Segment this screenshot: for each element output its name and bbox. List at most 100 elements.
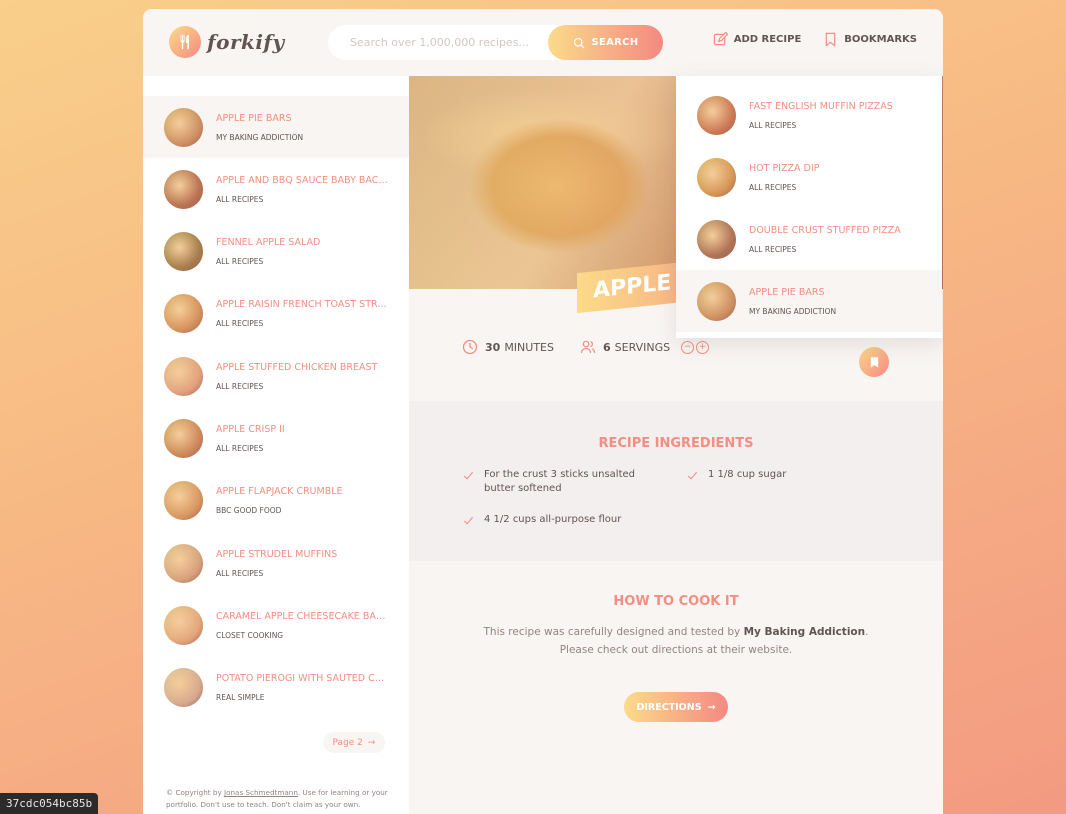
recipe-publisher: My Baking Addiction bbox=[743, 626, 866, 638]
bookmark-item[interactable]: HOT PIZZA DIP ALL RECIPES bbox=[676, 146, 942, 208]
nav: ADD RECIPE BOOKMARKS bbox=[691, 32, 917, 47]
result-title: APPLE PIE BARS bbox=[749, 286, 825, 298]
copyright: © Copyright by Jonas Schmedtmann. Use fo… bbox=[166, 787, 391, 811]
search-result-item[interactable]: APPLE CRISP II ALL RECIPES bbox=[143, 408, 409, 470]
search-result-item[interactable]: FENNEL APPLE SALAD ALL RECIPES bbox=[143, 221, 409, 283]
cooking-time: 30 MINUTES bbox=[462, 339, 554, 355]
minus-circle-icon[interactable]: − bbox=[681, 340, 695, 354]
recipe-thumbnail bbox=[697, 95, 736, 135]
arrow-right-icon: → bbox=[367, 737, 376, 748]
result-text: FAST ENGLISH MUFFIN PIZZAS ALL RECIPES bbox=[749, 101, 921, 130]
ingredients-section: RECIPE INGREDIENTS For the crust 3 stick… bbox=[409, 401, 943, 561]
servings: 6 SERVINGS − + bbox=[580, 339, 711, 355]
ingredient-item: For the crust 3 sticks unsalted butter s… bbox=[463, 468, 663, 496]
search-result-item[interactable]: APPLE FLAPJACK CRUMBLE BBC GOOD FOOD bbox=[143, 470, 409, 532]
result-text: CARAMEL APPLE CHEESECAKE BARS CLOSET COOK… bbox=[216, 611, 388, 640]
bookmark-fill-icon bbox=[870, 356, 878, 368]
users-icon bbox=[580, 340, 596, 354]
check-icon bbox=[687, 471, 698, 480]
ingredient-item: 4 1/2 cups all-purpose flour bbox=[463, 513, 663, 527]
search-result-item[interactable]: APPLE STRUDEL MUFFINS ALL RECIPES bbox=[143, 532, 409, 594]
directions-text-part: This recipe was carefully designed and t… bbox=[483, 626, 744, 638]
search-result-item[interactable]: CARAMEL APPLE CHEESECAKE BARS CLOSET COOK… bbox=[143, 594, 409, 656]
result-publisher: CLOSET COOKING bbox=[216, 630, 284, 640]
recipe-thumbnail bbox=[164, 543, 203, 583]
recipe-thumbnail bbox=[164, 107, 203, 147]
bookmarks-button[interactable]: BOOKMARKS bbox=[823, 32, 917, 47]
result-publisher: MY BAKING ADDICTION bbox=[216, 132, 304, 142]
app-container: forkify SEARCH ADD RECIPE BOOKMARKS APPL… bbox=[143, 9, 943, 814]
ingredient-text: 1 1/8 cup sugar bbox=[708, 469, 787, 480]
result-publisher: ALL RECIPES bbox=[216, 319, 264, 329]
result-title: APPLE FLAPJACK CRUMBLE bbox=[216, 486, 343, 498]
search-results: APPLE PIE BARS MY BAKING ADDICTION APPLE A… bbox=[143, 76, 409, 814]
search-button[interactable]: SEARCH bbox=[548, 25, 663, 60]
bookmark-recipe-button[interactable] bbox=[859, 347, 889, 377]
result-publisher: REAL SIMPLE bbox=[216, 693, 265, 703]
search-result-item[interactable]: POTATO PIEROGI WITH SAUTED CABBAGE REAL S… bbox=[143, 657, 409, 719]
result-title: APPLE STUFFED CHICKEN BREAST bbox=[216, 361, 378, 373]
servings-value: 6 bbox=[603, 340, 611, 354]
result-title: DOUBLE CRUST STUFFED PIZZA bbox=[749, 224, 901, 236]
servings-label: SERVINGS bbox=[614, 340, 671, 354]
search-form: SEARCH bbox=[328, 25, 663, 60]
result-publisher: ALL RECIPES bbox=[216, 257, 264, 267]
edit-icon bbox=[713, 32, 728, 46]
result-text: FENNEL APPLE SALAD ALL RECIPES bbox=[216, 237, 388, 266]
search-input[interactable] bbox=[348, 35, 542, 50]
header: forkify SEARCH ADD RECIPE BOOKMARKS bbox=[143, 9, 943, 76]
result-title: FAST ENGLISH MUFFIN PIZZAS bbox=[749, 100, 893, 112]
logo-text: forkify bbox=[207, 30, 285, 54]
clock-icon bbox=[462, 339, 478, 355]
result-text: APPLE STUFFED CHICKEN BREAST ALL RECIPES bbox=[216, 362, 388, 391]
result-publisher: ALL RECIPES bbox=[216, 194, 264, 204]
result-publisher: ALL RECIPES bbox=[216, 444, 264, 453]
copyright-prefix: © Copyright by bbox=[166, 788, 224, 798]
result-text: DOUBLE CRUST STUFFED PIZZA ALL RECIPES bbox=[749, 225, 921, 254]
add-recipe-button[interactable]: ADD RECIPE bbox=[713, 32, 802, 47]
result-publisher: MY BAKING ADDICTION bbox=[749, 306, 837, 316]
bookmark-item[interactable]: APPLE PIE BARS MY BAKING ADDICTION bbox=[676, 270, 942, 332]
recipe-thumbnail bbox=[697, 219, 736, 259]
plus-circle-icon[interactable]: + bbox=[696, 340, 710, 354]
search-result-item[interactable]: APPLE RAISIN FRENCH TOAST STRATA ALL RECI… bbox=[143, 283, 409, 345]
ingredient-item: 1 1/8 cup sugar bbox=[687, 468, 887, 482]
directions-section: HOW TO COOK IT This recipe was carefully… bbox=[409, 561, 943, 814]
ingredients-heading: RECIPE INGREDIENTS bbox=[598, 436, 754, 451]
result-text: HOT PIZZA DIP ALL RECIPES bbox=[749, 163, 921, 192]
search-button-label: SEARCH bbox=[591, 37, 639, 48]
result-text: APPLE STRUDEL MUFFINS ALL RECIPES bbox=[216, 549, 388, 578]
result-title: APPLE STRUDEL MUFFINS bbox=[216, 548, 338, 560]
logo[interactable]: forkify bbox=[169, 26, 285, 58]
directions-text: This recipe was carefully designed and t… bbox=[471, 623, 881, 659]
result-publisher: ALL RECIPES bbox=[749, 244, 797, 254]
result-text: APPLE PIE BARS MY BAKING ADDICTION bbox=[749, 287, 921, 316]
result-title: FENNEL APPLE SALAD bbox=[216, 237, 321, 249]
recipe-thumbnail bbox=[164, 605, 203, 645]
directions-button-label: DIRECTIONS bbox=[636, 701, 702, 713]
search-result-item[interactable]: APPLE PIE BARS MY BAKING ADDICTION bbox=[143, 96, 409, 158]
recipe-thumbnail bbox=[164, 232, 203, 272]
bookmarks-dropdown: FAST ENGLISH MUFFIN PIZZAS ALL RECIPES HOT… bbox=[676, 76, 942, 338]
arrow-right-icon: → bbox=[707, 701, 716, 713]
check-icon bbox=[463, 471, 474, 480]
result-title: CARAMEL APPLE CHEESECAKE BARS bbox=[216, 610, 388, 622]
check-icon bbox=[463, 516, 474, 525]
bookmark-item[interactable]: DOUBLE CRUST STUFFED PIZZA ALL RECIPES bbox=[676, 208, 942, 270]
next-page-button[interactable]: Page 2 → bbox=[323, 732, 385, 753]
bookmark-item[interactable]: FAST ENGLISH MUFFIN PIZZAS ALL RECIPES bbox=[676, 84, 942, 146]
directions-heading: HOW TO COOK IT bbox=[613, 594, 739, 609]
search-result-item[interactable]: APPLE STUFFED CHICKEN BREAST ALL RECIPES bbox=[143, 345, 409, 407]
directions-button[interactable]: DIRECTIONS → bbox=[624, 692, 728, 722]
result-text: APPLE AND BBQ SAUCE BABY BACK RIBS ALL RE… bbox=[216, 175, 388, 204]
result-text: APPLE FLAPJACK CRUMBLE BBC GOOD FOOD bbox=[216, 486, 388, 515]
author-link[interactable]: Jonas Schmedtmann bbox=[224, 788, 298, 797]
next-page-label: Page 2 bbox=[332, 737, 363, 748]
add-recipe-label: ADD RECIPE bbox=[733, 34, 802, 45]
minutes-label: MINUTES bbox=[504, 340, 554, 354]
recipe-thumbnail bbox=[164, 481, 203, 521]
search-icon bbox=[573, 37, 584, 48]
recipe-thumbnail bbox=[697, 281, 736, 321]
search-result-item[interactable]: APPLE AND BBQ SAUCE BABY BACK RIBS ALL RE… bbox=[143, 158, 409, 220]
debug-id-tag: 37cdc054bc85b bbox=[0, 793, 99, 814]
